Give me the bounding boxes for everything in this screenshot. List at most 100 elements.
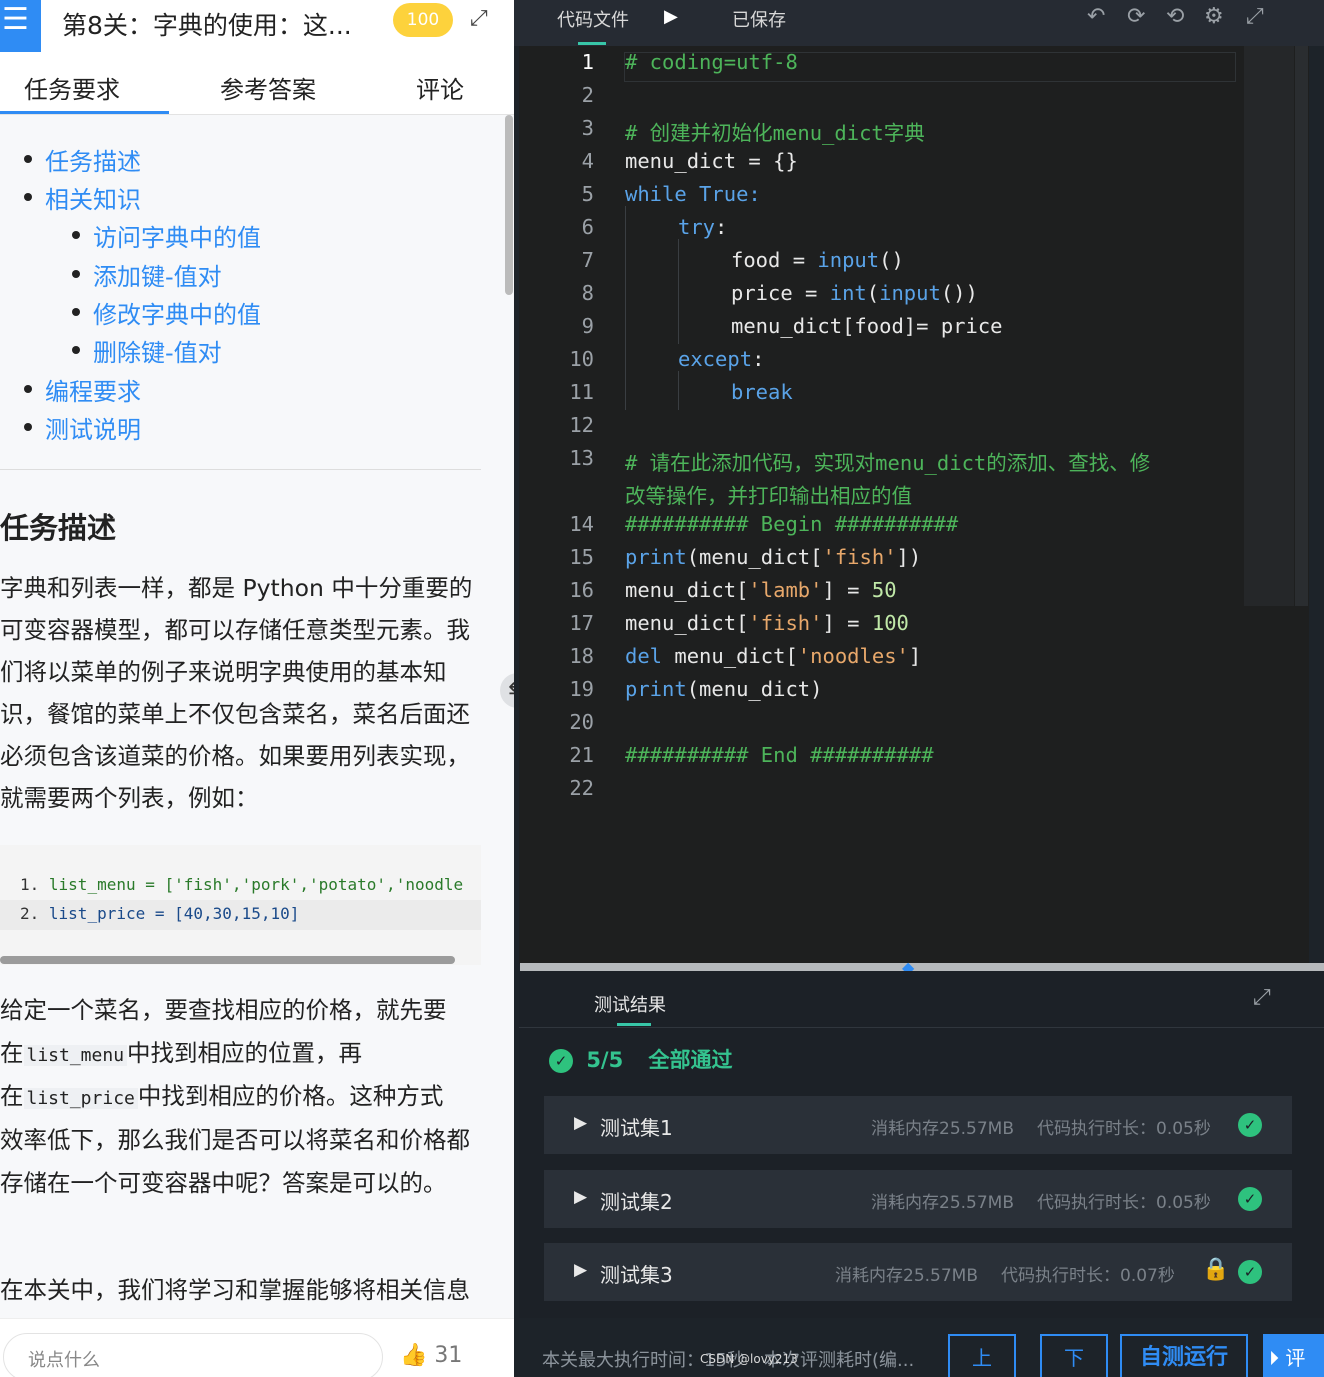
test-case-name: 测试集1	[600, 1116, 673, 1140]
left-scrollbar[interactable]	[505, 115, 513, 295]
code-token: 100	[871, 611, 909, 635]
expand-icon[interactable]: ⤢	[1253, 985, 1271, 1010]
code-token: try	[678, 215, 716, 239]
expand-triangle-icon: ▶	[574, 1113, 588, 1133]
action-footer: 本关最大执行时间：15秒 本次评测耗时(编... 上 下 自测运行 ⏵ 评	[514, 1318, 1324, 1377]
thumbs-up-icon: 👍	[400, 1343, 428, 1368]
code-example: 1. list_menu = ['fish','pork','potato','…	[0, 845, 481, 965]
text-span: 在	[0, 1082, 24, 1110]
code-token: while	[625, 182, 687, 206]
paragraph-line: 效率低下，那么我们是否可以将菜名和价格都	[0, 1126, 470, 1154]
code-token: (menu_dict)	[686, 677, 823, 701]
code-minimap[interactable]	[1244, 46, 1294, 606]
line-number-gutter: 1 2 3 4 5 6 7 8 9 10 11 12 13 14 15 16 1…	[519, 46, 594, 964]
execution-time: 代码执行时长：0.05秒	[1037, 1119, 1211, 1139]
toc-subitem[interactable]: 访问字典中的值	[93, 218, 261, 253]
code-line: try:	[678, 215, 727, 239]
toc-subitem[interactable]: 添加键-值对	[93, 257, 222, 292]
tab-comments[interactable]: 评论	[416, 70, 464, 105]
refresh-icon[interactable]: ⟳	[1127, 4, 1145, 29]
execution-time: 代码执行时长：0.07秒	[1001, 1266, 1175, 1286]
toc-item[interactable]: 编程要求	[45, 372, 141, 407]
play-icon[interactable]: ▶	[664, 6, 678, 27]
comment-input[interactable]: 说点什么	[3, 1333, 383, 1377]
fullscreen-icon[interactable]: ⤢	[1246, 4, 1264, 29]
code-line: print(menu_dict)	[625, 677, 822, 701]
line-number: 19	[569, 677, 594, 701]
menu-icon[interactable]: ☰	[0, 0, 41, 52]
previous-level-button[interactable]: 上	[948, 1334, 1016, 1377]
submit-label: 评	[1285, 1346, 1306, 1370]
test-case-row[interactable]: ▶ 测试集2 消耗内存25.57MB 代码执行时长：0.05秒 ✓	[544, 1170, 1292, 1228]
toc-bullet	[72, 346, 80, 354]
line-number: 21	[569, 743, 594, 767]
line-number: 12	[569, 413, 594, 437]
code-line-number: 1.	[20, 875, 40, 894]
code-line: price = int(input())	[731, 281, 978, 305]
code-token: :	[752, 347, 765, 371]
toc-subitem[interactable]: 删除键-值对	[93, 333, 222, 368]
code-line: # coding=utf-8	[625, 50, 798, 74]
code-line-1: 1. list_menu = ['fish','pork','potato','…	[20, 875, 463, 894]
code-token: ] =	[822, 578, 872, 602]
history-icon[interactable]: ⟲	[1166, 4, 1184, 29]
code-horizontal-scrollbar[interactable]	[0, 956, 455, 964]
code-token: int	[829, 281, 867, 305]
code-token: 'noodles'	[797, 644, 909, 668]
divider	[0, 469, 481, 470]
code-token: print	[625, 545, 687, 569]
next-level-button[interactable]: 下	[1040, 1334, 1108, 1377]
paragraph-line: 必须包含该道菜的价格。如果要用列表实现，	[0, 742, 470, 770]
paragraph-line: 字典和列表一样，都是 Python 中十分重要的	[0, 574, 473, 602]
code-token: input	[817, 248, 880, 272]
code-editor[interactable]: 1 2 3 4 5 6 7 8 9 10 11 12 13 14 15 16 1…	[519, 46, 1309, 964]
like-button[interactable]: 👍 31	[400, 1343, 462, 1368]
settings-gear-icon[interactable]: ⚙	[1204, 4, 1224, 29]
expand-triangle-icon: ▶	[574, 1187, 588, 1207]
pass-count: 5/5	[586, 1048, 624, 1072]
expand-icon[interactable]: ⤢	[470, 6, 488, 31]
execution-time: 代码执行时长：0.05秒	[1037, 1193, 1211, 1213]
code-token: menu_dict[	[625, 611, 749, 635]
inline-code: list_price	[23, 1088, 138, 1109]
line-number: 2	[581, 83, 594, 107]
code-line: ########## Begin ##########	[625, 512, 959, 536]
line-number: 15	[569, 545, 594, 569]
line-number: 16	[569, 578, 594, 602]
undo-icon[interactable]: ↶	[1087, 4, 1105, 29]
active-tab-indicator	[578, 42, 606, 45]
code-line: break	[731, 380, 793, 404]
code-line: menu_dict = {}	[625, 149, 798, 173]
text-span: 中找到相应的位置，再	[127, 1039, 363, 1067]
line-number: 9	[581, 314, 594, 338]
toc-bullet	[24, 193, 32, 201]
watermark: CSDN @lovy213	[700, 1352, 798, 1366]
editor-scrollbar[interactable]	[1295, 46, 1308, 606]
result-summary: ✓ 5/5 全部通过	[549, 1044, 733, 1074]
toc-subitem[interactable]: 修改字典中的值	[93, 295, 261, 330]
paragraph-line: 在 list_price 中找到相应的价格。这种方式	[0, 1075, 443, 1120]
tab-code-file[interactable]: 代码文件	[557, 6, 629, 32]
memory-usage: 消耗内存25.57MB	[871, 1119, 1014, 1139]
code-line: # 创建并初始化menu_dict字典	[625, 121, 925, 145]
toc-bullet	[72, 270, 80, 278]
tab-reference-answer[interactable]: 参考答案	[220, 70, 316, 105]
tab-test-results[interactable]: 测试结果	[594, 991, 666, 1017]
code-line-text: list_menu = ['fish','pork','potato','noo…	[48, 875, 464, 894]
line-number: 4	[581, 149, 594, 173]
line-number: 13	[569, 446, 594, 470]
text-span: 中找到相应的价格。这种方式	[137, 1082, 444, 1110]
code-line: print(menu_dict['fish'])	[625, 545, 921, 569]
toc-item[interactable]: 任务描述	[45, 142, 141, 177]
panel-splitter[interactable]	[520, 963, 1324, 971]
toc-item[interactable]: 测试说明	[45, 410, 141, 445]
tab-task-requirements[interactable]: 任务要求	[24, 70, 120, 105]
test-case-row[interactable]: ▶ 测试集1 消耗内存25.57MB 代码执行时长：0.05秒 ✓	[544, 1096, 1292, 1154]
toc-item[interactable]: 相关知识	[45, 180, 141, 215]
submit-evaluation-button[interactable]: ⏵ 评	[1263, 1334, 1324, 1377]
code-token: print	[625, 677, 687, 701]
self-test-run-button[interactable]: 自测运行	[1120, 1334, 1248, 1377]
line-number: 5	[581, 182, 594, 206]
test-case-row[interactable]: ▶ 测试集3 消耗内存25.57MB 代码执行时长：0.07秒 🔒 ✓	[544, 1243, 1292, 1301]
code-line-2: 2. list_price = [40,30,15,10]	[20, 904, 299, 923]
